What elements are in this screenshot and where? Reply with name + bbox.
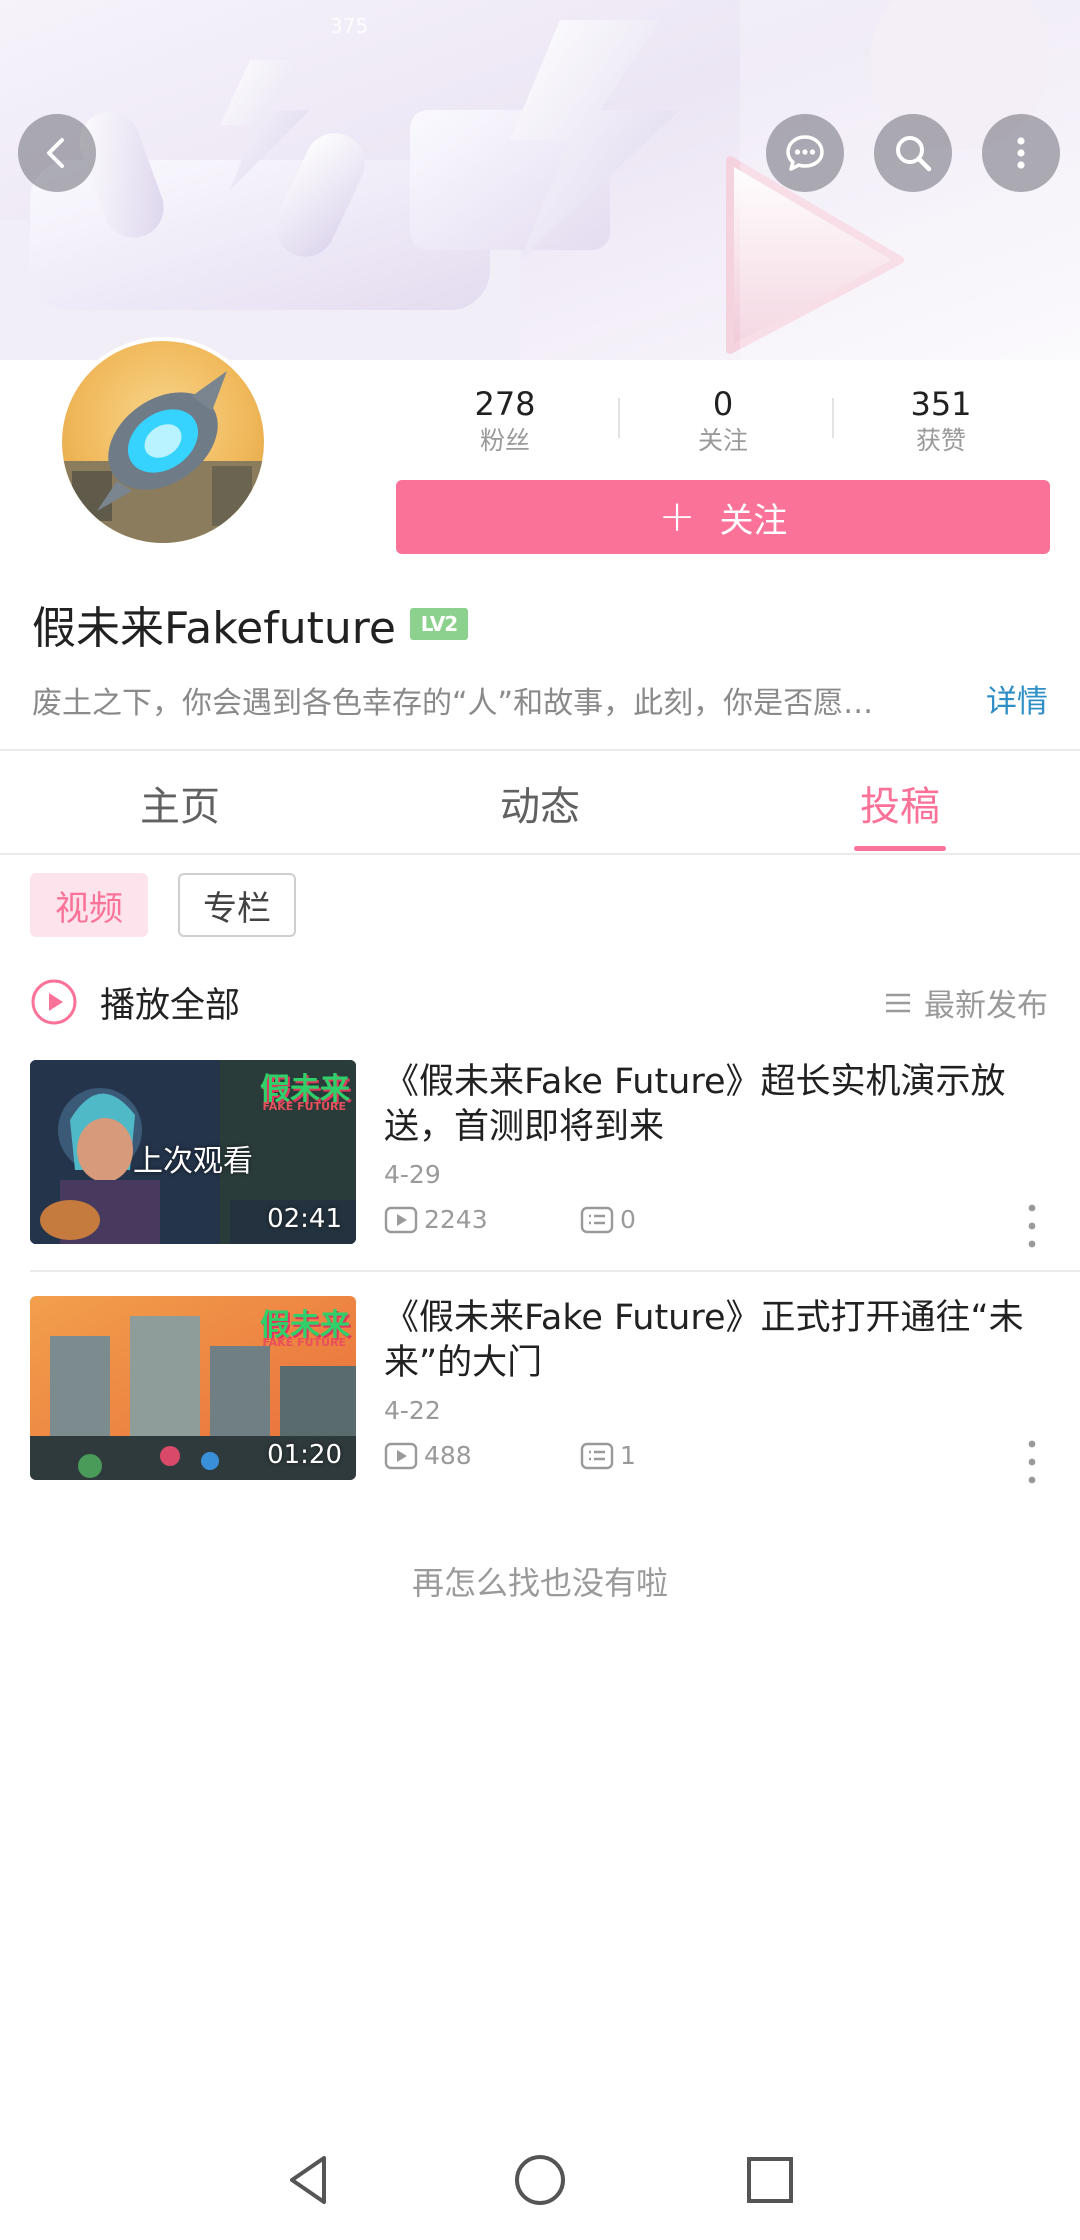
video-duration: 01:20 (267, 1440, 342, 1470)
bio-details-link[interactable]: 详情 (986, 676, 1048, 721)
more-icon (1017, 137, 1025, 169)
system-nav-bar (0, 2120, 1080, 2240)
nav-home-icon[interactable] (510, 2150, 570, 2210)
last-watched-overlay: 上次观看 (133, 1144, 253, 1179)
tab-submissions[interactable]: 投稿 (720, 774, 1080, 832)
divider (0, 853, 1080, 855)
comment-count-value: 1 (620, 1441, 636, 1470)
stat-likes-value: 351 (910, 385, 972, 423)
tab-dynamic[interactable]: 动态 (360, 774, 720, 832)
avatar-image (62, 371, 264, 543)
stat-likes-label: 获赞 (915, 426, 966, 455)
profile-banner: 375 (0, 0, 1080, 360)
profile-bio: 废土之下，你会遇到各色幸存的“人”和故事，此刻，你是否愿… (32, 686, 874, 721)
video-item[interactable]: 假未来 FAKE FUTURE 上次观看 02:41 《假未来Fake Futu… (30, 1060, 1050, 1248)
subtab-articles[interactable]: 专栏 (178, 873, 296, 937)
profile-name-row: 假未来Fakefuture LV2 (32, 592, 468, 656)
nav-recents-icon[interactable] (740, 2150, 800, 2210)
video-item[interactable]: 假未来 FAKE FUTURE 01:20 《假未来Fake Future》正式… (30, 1296, 1050, 1484)
comment-count-value: 0 (620, 1205, 636, 1234)
comment-count-icon (580, 1442, 614, 1469)
play-all-label: 播放全部 (100, 985, 241, 1026)
video-date: 4-22 (384, 1396, 441, 1425)
divider (30, 1270, 1080, 1272)
video-title[interactable]: 《假未来Fake Future》正式打开通往“未来”的大门 (384, 1296, 1064, 1386)
video-more-icon[interactable] (1022, 1438, 1042, 1486)
back-button[interactable] (18, 114, 96, 192)
stat-following-label: 关注 (697, 426, 748, 455)
view-count-icon (384, 1442, 418, 1469)
subtab-videos[interactable]: 视频 (30, 873, 148, 937)
divider (0, 749, 1080, 751)
tab-home[interactable]: 主页 (0, 774, 360, 832)
stat-following-value: 0 (712, 385, 734, 423)
level-badge: LV2 (409, 608, 468, 640)
sort-button[interactable]: 最新发布 (884, 980, 1048, 1025)
comment-count-icon (580, 1206, 614, 1233)
follow-button[interactable]: + 关注 (396, 480, 1050, 554)
tab-indicator (854, 846, 946, 851)
video-duration: 02:41 (267, 1204, 342, 1234)
nav-back-icon[interactable] (280, 2150, 340, 2210)
follow-button-label: 关注 (719, 500, 788, 541)
stat-fans-value: 278 (474, 385, 536, 423)
message-icon (786, 135, 824, 171)
back-icon (47, 138, 64, 168)
profile-name: 假未来Fakefuture (32, 603, 396, 654)
thumbnail-logo-sub: FAKE FUTURE (262, 1100, 347, 1113)
search-icon (896, 136, 932, 172)
view-count-icon (384, 1206, 418, 1233)
play-circle-icon (31, 979, 77, 1025)
play-all-button[interactable]: 播放全部 (30, 974, 240, 1030)
more-button[interactable] (982, 114, 1060, 192)
sort-label: 最新发布 (924, 988, 1048, 1024)
thumbnail-logo-sub: FAKE FUTURE (262, 1336, 347, 1349)
stat-following[interactable]: 0 关注 (614, 384, 832, 458)
sort-icon (886, 993, 910, 1012)
view-count: 488 (384, 1441, 580, 1470)
video-thumbnail[interactable]: 假未来 FAKE FUTURE 01:20 (30, 1296, 356, 1480)
status-bar-network: 375 (330, 14, 369, 38)
video-more-icon[interactable] (1022, 1202, 1042, 1250)
search-button[interactable] (874, 114, 952, 192)
comment-count: 0 (580, 1205, 636, 1234)
message-button[interactable] (766, 114, 844, 192)
view-count-value: 488 (424, 1441, 472, 1470)
view-count-value: 2243 (424, 1205, 488, 1234)
video-title[interactable]: 《假未来Fake Future》超长实机演示放送，首测即将到来 (384, 1060, 1064, 1150)
video-meta: 488 1 (384, 1441, 636, 1470)
stat-fans[interactable]: 278 粉丝 (396, 384, 614, 458)
video-thumbnail[interactable]: 假未来 FAKE FUTURE 上次观看 02:41 (30, 1060, 356, 1244)
video-date: 4-29 (384, 1160, 441, 1189)
plus-icon: + (658, 491, 696, 542)
avatar[interactable] (58, 337, 268, 547)
view-count: 2243 (384, 1205, 580, 1234)
comment-count: 1 (580, 1441, 636, 1470)
profile-stats: 278 粉丝 0 关注 351 获赞 (396, 384, 1050, 464)
stat-likes: 351 获赞 (832, 384, 1050, 458)
video-meta: 2243 0 (384, 1205, 636, 1234)
stat-fans-label: 粉丝 (479, 426, 530, 455)
list-end-text: 再怎么找也没有啦 (411, 1564, 668, 1602)
